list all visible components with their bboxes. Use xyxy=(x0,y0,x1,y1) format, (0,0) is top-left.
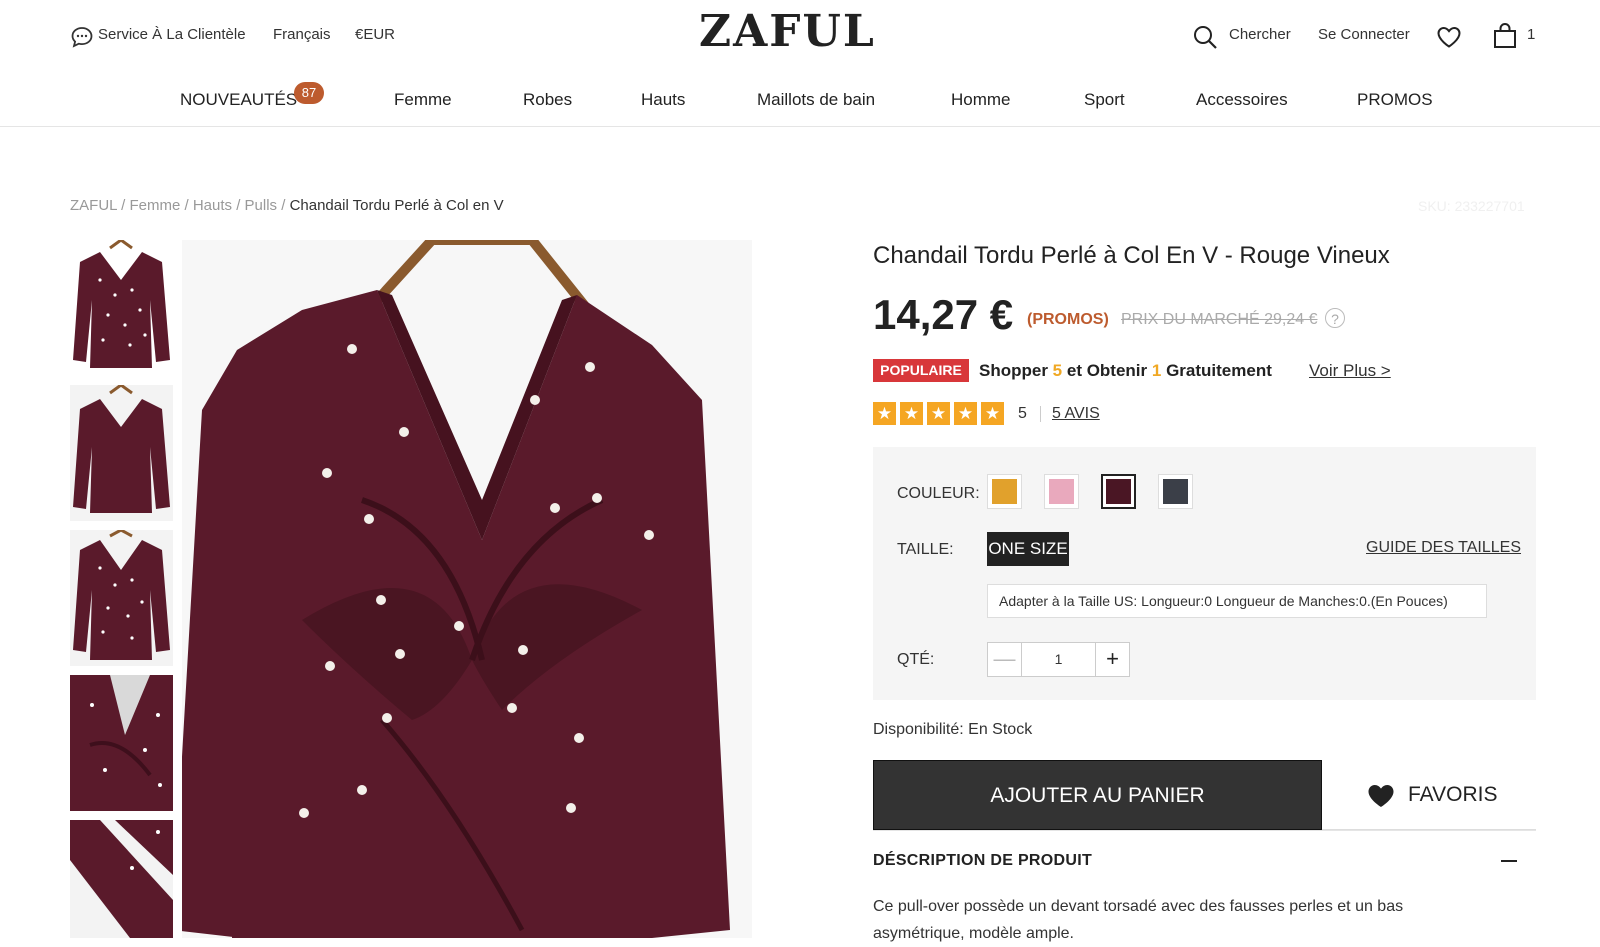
quantity-increase-button[interactable]: + xyxy=(1095,642,1130,677)
promotion-deal-text: Shopper 5 et Obtenir 1 Gratuitement xyxy=(979,360,1272,382)
breadcrumb-zaful[interactable]: ZAFUL xyxy=(70,197,117,214)
swatch-fill xyxy=(1163,479,1188,504)
star-icon: ★ xyxy=(900,402,923,425)
breadcrumb-separator: / xyxy=(184,197,189,214)
voir-plus-link[interactable]: Voir Plus > xyxy=(1309,360,1391,382)
color-swatch-wine[interactable] xyxy=(1101,474,1136,509)
zaful-logo[interactable]: ZAFUL xyxy=(699,6,876,58)
deal-text-part: Shopper xyxy=(979,361,1053,380)
sweater-main-image xyxy=(182,240,730,938)
favorites-button[interactable]: FAVORIS xyxy=(1322,760,1536,830)
main-product-image[interactable] xyxy=(182,240,752,938)
star-icon: ★ xyxy=(981,402,1004,425)
cart-count: 1 xyxy=(1527,26,1536,43)
product-title: Chandail Tordu Perlé à Col En V - Rouge … xyxy=(873,242,1390,269)
nav-item-femme[interactable]: Femme xyxy=(394,88,452,112)
color-swatch-mustard[interactable] xyxy=(987,474,1022,509)
breadcrumb-current: Chandail Tordu Perlé à Col en V xyxy=(289,197,504,214)
nav-item-new[interactable]: NOUVEAUTÉS xyxy=(180,88,297,112)
nav-item-homme[interactable]: Homme xyxy=(951,88,1011,112)
nav-item-sport[interactable]: Sport xyxy=(1084,88,1125,112)
rating-value: 5 xyxy=(1018,405,1027,422)
breadcrumb-separator: / xyxy=(236,197,241,214)
sweater-thumbnail-image xyxy=(73,530,170,660)
sweater-thumbnail-image xyxy=(73,240,170,368)
promo-tag: (PROMOS) xyxy=(1027,311,1109,328)
star-icon: ★ xyxy=(927,402,950,425)
nav-item-hauts[interactable]: Hauts xyxy=(641,88,685,112)
heart-icon xyxy=(1368,785,1394,807)
nav-item-robes[interactable]: Robes xyxy=(523,88,572,112)
main-nav: NOUVEAUTÉS Femme Robes Hauts Maillots de… xyxy=(0,88,1600,112)
quantity-stepper: — 1 + xyxy=(987,642,1130,677)
new-items-badge: 87 xyxy=(294,82,324,104)
nav-divider xyxy=(0,126,1600,127)
add-to-cart-button[interactable]: AJOUTER AU PANIER xyxy=(873,760,1322,830)
sweater-detail-thumbnail-image xyxy=(70,675,173,811)
sweater-thumbnail-image xyxy=(73,385,170,513)
product-price: 14,27 € xyxy=(873,291,1014,338)
description-title[interactable]: DÉSCRIPTION DE PRODUIT xyxy=(873,851,1092,871)
search-label: Chercher xyxy=(1229,26,1291,43)
nav-item-promos[interactable]: PROMOS xyxy=(1357,88,1433,112)
star-icon: ★ xyxy=(873,402,896,425)
nav-item-accessoires[interactable]: Accessoires xyxy=(1196,88,1288,112)
login-link[interactable]: Se Connecter xyxy=(1318,25,1410,45)
deal-text-part: Gratuitement xyxy=(1161,361,1272,380)
deal-quantity-free: 1 xyxy=(1151,361,1162,380)
rating-divider xyxy=(1040,406,1041,422)
popular-badge: POPULAIRE xyxy=(873,359,969,382)
us-fit-info: Adapter à la Taille US: Longueur:0 Longu… xyxy=(987,584,1487,618)
size-guide-link[interactable]: GUIDE DES TAILLES xyxy=(1366,538,1521,558)
sku-text: SKU: 233227701 xyxy=(1418,198,1525,214)
deal-text-part: et Obtenir xyxy=(1062,361,1152,380)
swatch-fill xyxy=(1049,479,1074,504)
reviews-link[interactable]: 5 AVIS xyxy=(1052,404,1100,424)
breadcrumb-femme[interactable]: Femme xyxy=(129,197,180,214)
sleeve-detail-thumbnail-image xyxy=(70,820,173,938)
description-text: Ce pull-over possède un devant torsadé a… xyxy=(873,898,1404,942)
collapse-minus-icon[interactable] xyxy=(1501,860,1517,862)
description-divider xyxy=(873,830,1536,831)
currency-selector[interactable]: €EUR xyxy=(355,25,395,45)
breadcrumb-pulls[interactable]: Pulls xyxy=(245,197,278,214)
chat-icon xyxy=(71,27,93,48)
nav-item-maillots[interactable]: Maillots de bain xyxy=(757,88,875,112)
breadcrumb-separator: / xyxy=(281,197,286,214)
thumbnail-5[interactable] xyxy=(70,820,173,938)
breadcrumb: ZAFUL / Femme / Hauts / Pulls / Chandail… xyxy=(70,196,504,216)
thumbnail-4[interactable] xyxy=(70,675,173,811)
breadcrumb-separator: / xyxy=(121,197,126,214)
color-label: COULEUR: xyxy=(897,485,980,502)
swatch-fill xyxy=(992,479,1017,504)
quantity-decrease-button[interactable]: — xyxy=(987,642,1022,677)
deal-quantity-buy: 5 xyxy=(1052,361,1063,380)
quantity-input[interactable]: 1 xyxy=(1022,642,1095,677)
color-swatch-charcoal[interactable] xyxy=(1158,474,1193,509)
thumbnail-1[interactable] xyxy=(70,240,173,376)
favorites-label: FAVORIS xyxy=(1408,783,1498,806)
swatch-fill xyxy=(1106,479,1131,504)
thumbnail-2[interactable] xyxy=(70,385,173,521)
availability-text: Disponibilité: En Stock xyxy=(873,721,1033,738)
wishlist-heart-icon[interactable] xyxy=(1436,25,1462,49)
quantity-label: QTÉ: xyxy=(897,651,935,668)
thumbnail-3[interactable] xyxy=(70,530,173,666)
price-help-icon[interactable]: ? xyxy=(1325,308,1345,328)
market-price: PRIX DU MARCHÉ 29,24 € xyxy=(1121,311,1318,328)
shopping-bag-icon xyxy=(1494,23,1516,48)
star-icon: ★ xyxy=(954,402,977,425)
size-one-size-button[interactable]: ONE SIZE xyxy=(987,532,1069,566)
size-label: TAILLE: xyxy=(897,541,954,558)
color-swatch-pink[interactable] xyxy=(1044,474,1079,509)
rating-stars: ★ ★ ★ ★ ★ xyxy=(873,402,1004,425)
breadcrumb-hauts[interactable]: Hauts xyxy=(193,197,232,214)
language-selector[interactable]: Français xyxy=(273,25,331,45)
search-icon xyxy=(1194,26,1217,49)
customer-service-label: Service À La Clientèle xyxy=(98,26,246,43)
